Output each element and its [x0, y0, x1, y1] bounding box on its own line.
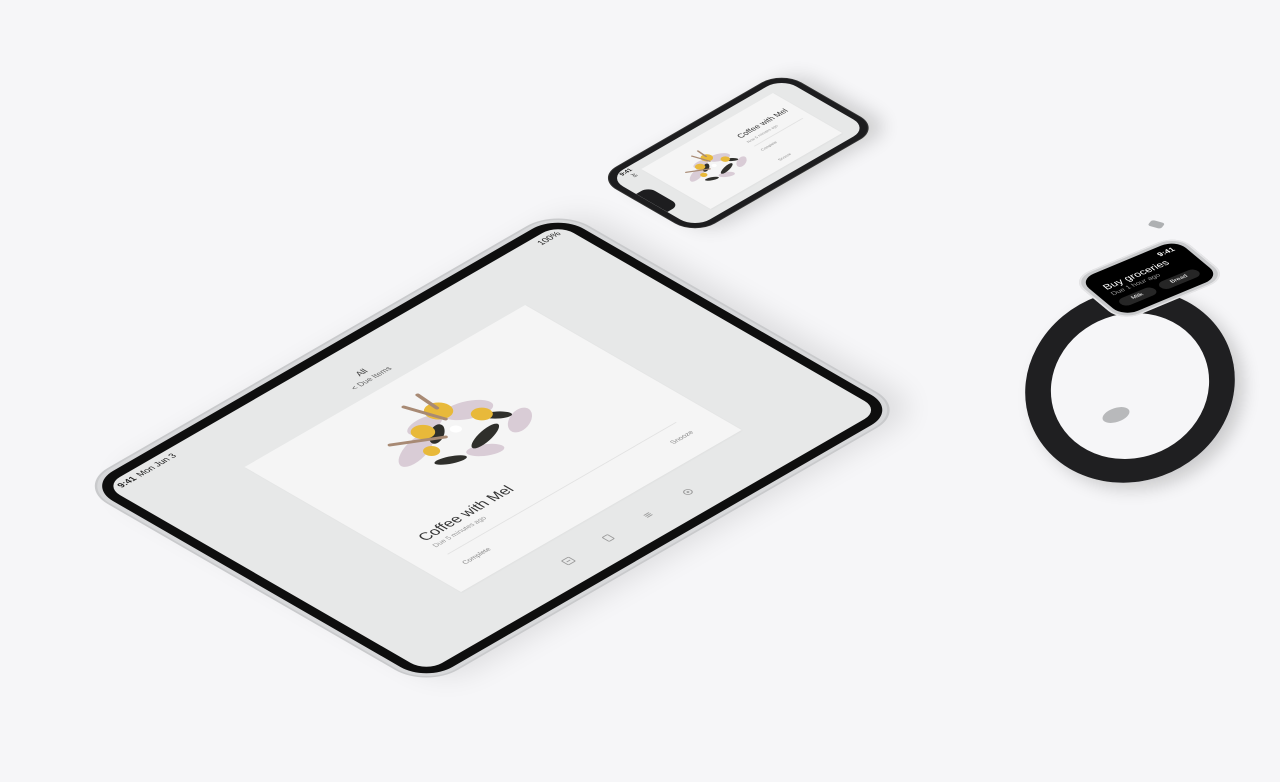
watch-time: 9:41	[1155, 246, 1177, 258]
tab-list-icon	[643, 512, 653, 518]
status-time: 9:41	[114, 474, 139, 489]
tab-scheduled-icon	[602, 534, 615, 542]
tab-today-icon	[561, 556, 576, 566]
illustration-shape	[736, 156, 747, 167]
snooze-button[interactable]: Snooze	[776, 152, 792, 161]
illustration-shape	[705, 176, 719, 181]
iphone-device: 9:41 All Coffee with Mel Now 5 minutes a…	[598, 72, 879, 234]
complete-button[interactable]: Complete	[461, 547, 493, 565]
card-title: Coffee with Mel	[414, 483, 519, 544]
illustration-shape	[434, 455, 467, 465]
illustration-shape	[449, 425, 462, 433]
ipad-screen: 9:41 Mon Jun 3 100% All < Due Items Coff…	[104, 224, 881, 672]
illustration-shape	[507, 407, 533, 433]
ipad-device: 9:41 Mon Jun 3 100% All < Due Items Coff…	[80, 210, 905, 686]
snooze-button[interactable]: Snooze	[669, 430, 696, 445]
watch-device: 9:41 Buy groceries Due 1 hour ago Milk B…	[997, 219, 1263, 512]
illustration-shape	[711, 163, 717, 168]
flower-illustration	[685, 150, 747, 182]
illustration-shape	[466, 443, 505, 457]
tab-settings-icon	[683, 489, 693, 495]
illustration-shape	[718, 171, 735, 178]
reminder-card[interactable]: Coffee with Mel Now 5 minutes ago Comple…	[641, 93, 843, 209]
watch-case: 9:41 Buy groceries Due 1 hour ago Milk B…	[1040, 207, 1229, 322]
watch-crown[interactable]	[1147, 219, 1166, 229]
